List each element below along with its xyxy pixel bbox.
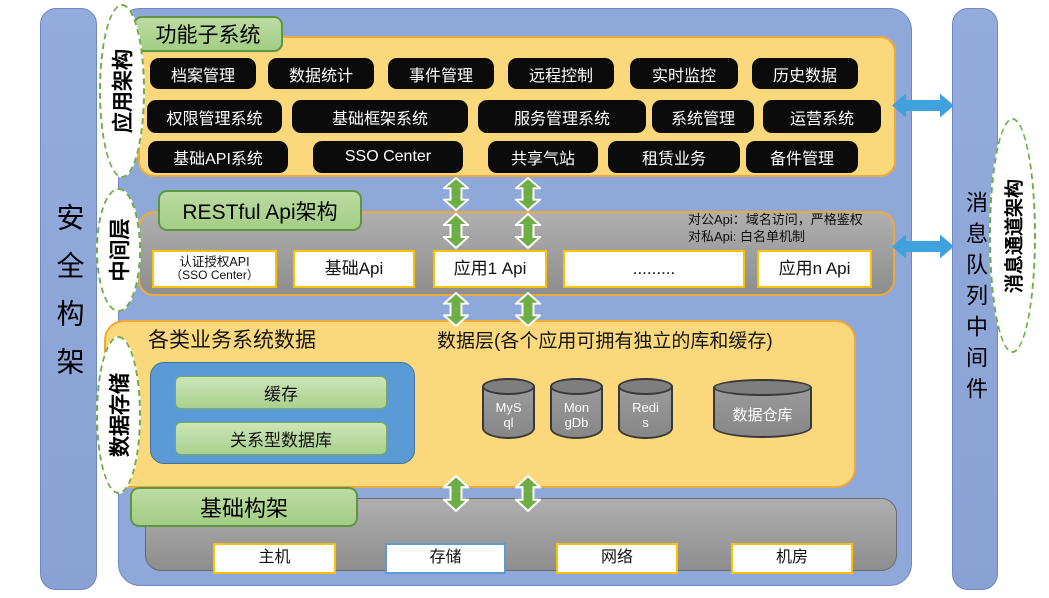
app-architecture-ellipse: 应用架构 xyxy=(99,4,145,178)
restful-api-title-text: RESTful Api架构 xyxy=(182,196,337,226)
infrastructure-title: 基础构架 xyxy=(130,487,358,527)
subsystem-event-management: 事件管理 xyxy=(388,58,494,89)
subsystem-service-management: 服务管理系统 xyxy=(478,100,646,133)
data-storage-ellipse: 数据存储 xyxy=(96,336,141,494)
double-arrow-vertical-icon xyxy=(443,475,469,512)
infra-box-host: 主机 xyxy=(213,543,336,574)
api-box-base: 基础Api xyxy=(293,250,415,288)
subsystem-sso-center: SSO Center xyxy=(313,141,463,173)
database-cylinder-redis: Redis xyxy=(618,378,673,439)
api-box-auth-sso: 认证授权API （SSO Center） xyxy=(152,250,277,288)
infra-box-machine-room: 机房 xyxy=(731,543,853,574)
subsystem-shared-gas-station: 共享气站 xyxy=(488,141,598,173)
double-arrow-vertical-icon xyxy=(515,213,541,249)
security-architecture-label: 安全构架 xyxy=(49,203,89,395)
message-channel-ellipse: 消息通道架构 xyxy=(989,118,1036,353)
subsystem-spare-parts-management: 备件管理 xyxy=(746,141,858,173)
message-queue-middleware-bar: 消息队列中间件 xyxy=(952,8,998,590)
cache-box: 缓存 xyxy=(175,376,387,409)
subsystem-remote-control: 远程控制 xyxy=(508,58,614,89)
security-architecture-bar: 安全构架 xyxy=(40,8,97,590)
subsystem-base-framework: 基础框架系统 xyxy=(292,100,468,133)
api-private-note: 对私Api: 白名单机制 xyxy=(688,229,863,246)
subsystem-leasing-business: 租赁业务 xyxy=(608,141,740,173)
functional-subsystem-title: 功能子系统 xyxy=(133,16,283,52)
data-storage-label: 数据存储 xyxy=(104,373,134,457)
subsystem-operation-system: 运营系统 xyxy=(763,100,881,133)
api-box-app1: 应用1 Api xyxy=(433,250,547,288)
message-queue-middleware-label: 消息队列中间件 xyxy=(959,191,991,408)
subsystem-data-statistics: 数据统计 xyxy=(268,58,374,89)
subsystem-history-data: 历史数据 xyxy=(752,58,858,89)
double-arrow-vertical-icon xyxy=(515,475,541,512)
restful-api-title: RESTful Api架构 xyxy=(158,190,362,231)
double-arrow-horizontal-icon xyxy=(891,90,955,121)
architecture-diagram: { "left_bar": { "label": "安全构架" }, "righ… xyxy=(0,0,1049,598)
middleware-label: 中间层 xyxy=(104,219,134,282)
subsystem-system-management: 系统管理 xyxy=(652,100,754,133)
database-cylinder-mongodb: MongDb xyxy=(550,378,603,439)
double-arrow-horizontal-icon xyxy=(891,231,955,262)
database-cylinder-warehouse: 数据仓库 xyxy=(713,379,812,438)
double-arrow-vertical-icon xyxy=(443,292,469,327)
api-box-appn: 应用n Api xyxy=(757,250,872,288)
data-layer-title: 数据层(各个应用可拥有独立的库和缓存) xyxy=(437,326,773,353)
message-channel-label: 消息通道架构 xyxy=(999,178,1026,292)
relational-db-box: 关系型数据库 xyxy=(175,422,387,455)
subsystem-base-api: 基础API系统 xyxy=(148,141,288,173)
functional-subsystem-title-text: 功能子系统 xyxy=(156,19,261,49)
infra-box-network: 网络 xyxy=(556,543,678,574)
subsystem-realtime-monitoring: 实时监控 xyxy=(630,58,738,89)
app-architecture-label: 应用架构 xyxy=(107,49,137,133)
double-arrow-vertical-icon xyxy=(515,177,541,211)
business-data-title: 各类业务系统数据 xyxy=(148,324,316,354)
middleware-ellipse: 中间层 xyxy=(96,188,141,312)
double-arrow-vertical-icon xyxy=(515,292,541,327)
api-access-note: 对公Api：域名访问，严格鉴权 对私Api: 白名单机制 xyxy=(688,212,863,246)
subsystem-archive-management: 档案管理 xyxy=(150,58,256,89)
database-cylinder-mysql: MySql xyxy=(482,378,535,439)
double-arrow-vertical-icon xyxy=(443,213,469,249)
api-box-ellipsis: ......... xyxy=(563,250,745,288)
subsystem-permission-management: 权限管理系统 xyxy=(147,100,282,133)
infra-box-storage: 存储 xyxy=(385,543,506,574)
api-public-note: 对公Api：域名访问，严格鉴权 xyxy=(688,212,863,229)
double-arrow-vertical-icon xyxy=(443,177,469,211)
